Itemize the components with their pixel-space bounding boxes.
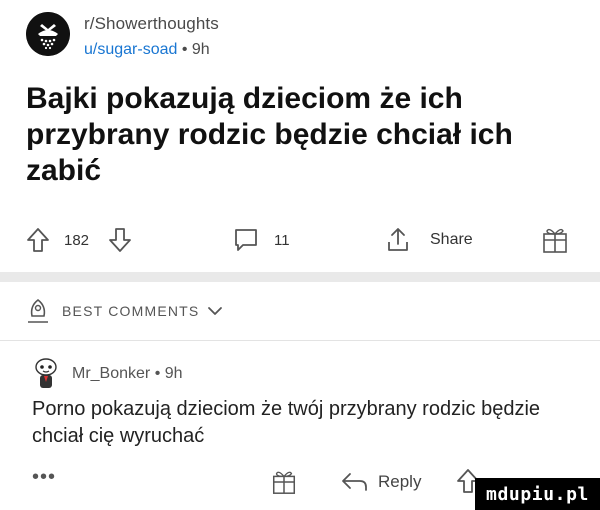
share-icon	[388, 228, 408, 251]
post-title[interactable]: Bajki pokazują dzieciom że ich przybrany…	[26, 81, 566, 189]
post-score: 182	[64, 231, 90, 249]
comment-header: Mr_Bonker • 9h	[32, 356, 183, 392]
post-meta: u/sugar-soad • 9h	[84, 41, 210, 59]
subreddit-name[interactable]: r/Showerthoughts	[84, 14, 219, 34]
comments-button[interactable]: 11	[232, 222, 290, 258]
post-action-bar: 182 11 Share	[26, 222, 586, 258]
section-divider	[0, 272, 600, 282]
share-button[interactable]: Share	[384, 222, 473, 258]
meta-separator: •	[181, 41, 188, 58]
reply-button[interactable]: Reply	[378, 472, 421, 492]
meta-separator: •	[154, 365, 161, 382]
rocket-badge-icon	[28, 298, 48, 323]
post-age: 9h	[191, 41, 210, 58]
chevron-down-icon	[208, 307, 223, 315]
share-label: Share	[430, 231, 473, 248]
award-button[interactable]	[540, 222, 570, 258]
watermark-logo: mdupiu.pl	[475, 478, 600, 510]
comment-meta: Mr_Bonker • 9h	[72, 365, 183, 383]
comment-count: 11	[274, 231, 290, 249]
sort-label: BEST COMMENTS	[62, 303, 200, 319]
comment-bubble-icon	[235, 229, 257, 251]
upvote-button[interactable]	[26, 222, 50, 258]
snoo-avatar-icon[interactable]	[32, 356, 60, 392]
award-gift-icon[interactable]	[270, 468, 298, 496]
watermark-text: mdupiu.pl	[486, 483, 589, 505]
reply-arrow-icon[interactable]	[340, 470, 368, 494]
post-author[interactable]: u/sugar-soad	[84, 41, 177, 58]
downvote-button[interactable]	[108, 222, 132, 258]
comments-divider	[0, 340, 600, 341]
comment-age: 9h	[164, 365, 183, 382]
comment-author[interactable]: Mr_Bonker	[72, 365, 150, 382]
subreddit-avatar-icon[interactable]	[26, 12, 70, 56]
arrow-up-icon	[27, 228, 49, 252]
comment-body: Porno pokazują dzieciom że twój przybran…	[32, 398, 541, 447]
arrow-down-icon	[109, 228, 131, 252]
award-gift-icon	[543, 228, 567, 253]
comment-sort-selector[interactable]: BEST COMMENTS	[26, 296, 223, 326]
post-header: r/Showerthoughts u/sugar-soad • 9h	[26, 10, 586, 62]
more-options-button[interactable]: •••	[32, 466, 56, 489]
